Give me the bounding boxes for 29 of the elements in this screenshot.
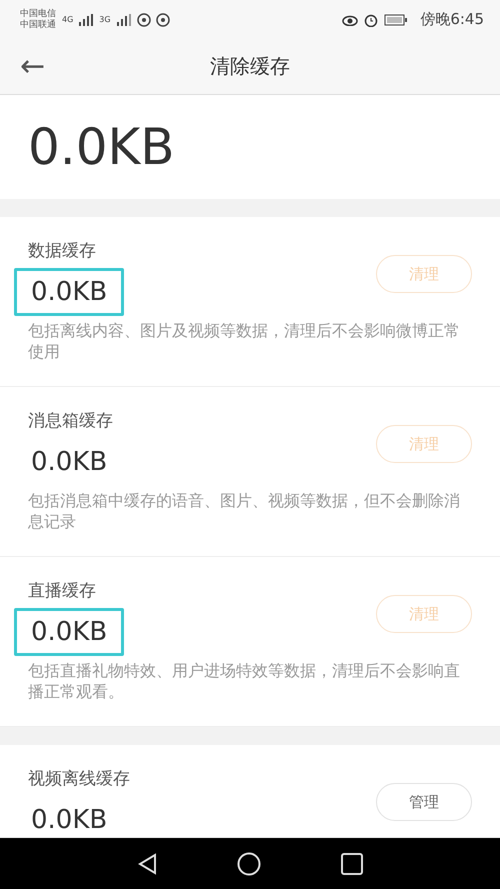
alarm-icon: [364, 12, 378, 27]
eye-icon: [342, 14, 358, 26]
cache-size: 0.0KB: [14, 268, 124, 316]
clock-time: 傍晚6:45: [420, 10, 484, 30]
cache-size: 0.0KB: [30, 804, 108, 838]
cache-description: 包括消息箱中缓存的语音、图片、视频等数据，但不会删除消息记录: [28, 490, 461, 532]
hotspot-icon: [136, 12, 171, 27]
network-type: 4G: [62, 15, 74, 24]
cache-size: 0.0KB: [14, 608, 124, 656]
cache-title: 视频离线缓存: [28, 768, 131, 790]
signal-icon: [116, 14, 131, 26]
carrier-name: 中国电信: [20, 8, 56, 20]
back-button[interactable]: ←: [20, 52, 50, 82]
carrier-name: 中国联通: [20, 20, 56, 31]
recents-icon[interactable]: [341, 852, 363, 875]
page-title: 清除缓存: [209, 53, 291, 80]
battery-icon: [384, 14, 408, 26]
cache-size: 0.0KB: [30, 446, 108, 480]
back-icon[interactable]: [137, 852, 157, 875]
network-type: 3G: [99, 15, 111, 24]
cache-title: 数据缓存: [28, 240, 97, 262]
cache-description: 包括离线内容、图片及视频等数据，清理后不会影响微博正常使用: [28, 320, 461, 362]
home-icon[interactable]: [237, 852, 261, 876]
total-size: 0.0KB: [28, 118, 175, 176]
signal-icon: [79, 14, 94, 26]
cache-title: 直播缓存: [28, 580, 97, 602]
clean-button[interactable]: 管理: [376, 783, 472, 822]
cache-title: 消息箱缓存: [28, 410, 114, 432]
cache-description: 包括直播礼物特效、用户进场特效等数据，清理后不会影响直播正常观看。: [28, 660, 461, 702]
